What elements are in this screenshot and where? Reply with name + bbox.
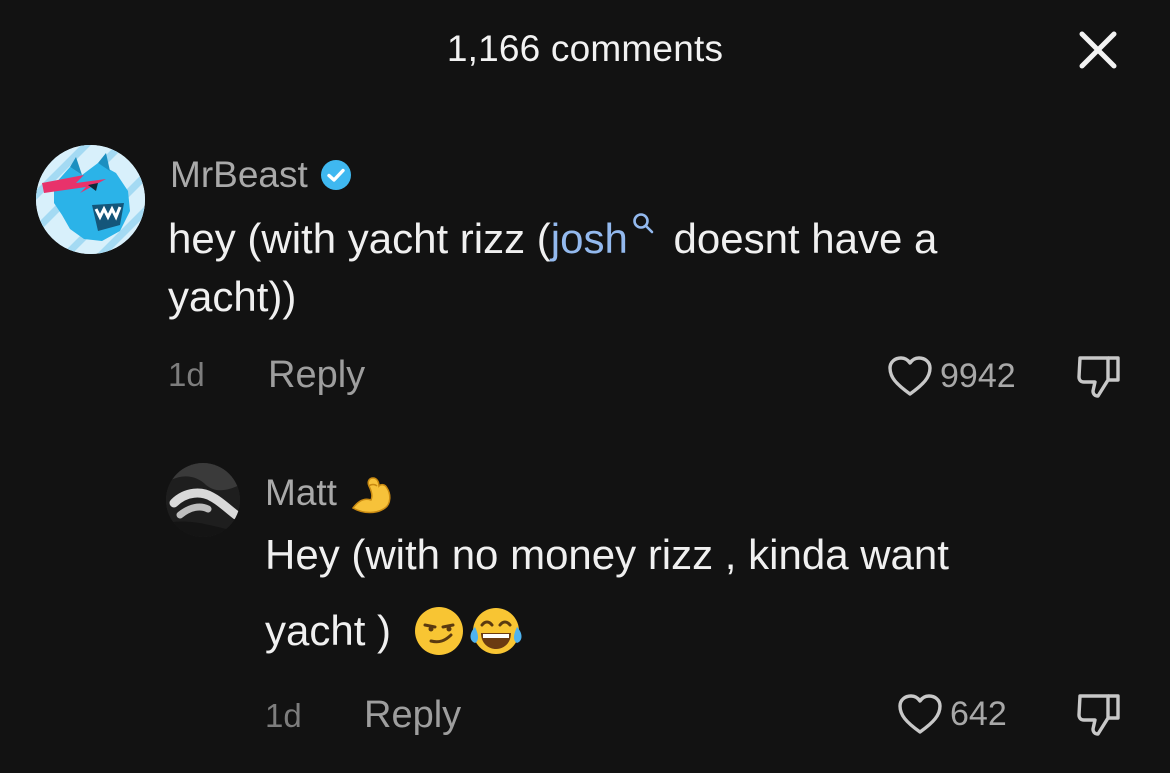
reply-text-line2-wrap: yacht ) [265,602,525,660]
comment-timestamp: 1d [168,356,205,393]
matt-photo-avatar [166,463,240,537]
smirking-face-emoji [414,607,463,655]
comment-author[interactable]: MrBeast [170,154,352,196]
comment-author[interactable]: Matt [265,470,395,516]
reply-button[interactable]: Reply [268,354,365,397]
face-with-tears-of-joy-emoji [470,608,522,654]
dislike-button[interactable] [1074,690,1124,740]
close-icon [1079,31,1117,69]
reply-text-line2: yacht ) [265,607,403,654]
comment-text: hey (with yacht rizz (josh doesnt have a [168,210,937,268]
comment-text-part: hey (with yacht rizz ( [168,215,551,262]
reply-button[interactable]: Reply [364,694,461,737]
like-count: 642 [950,694,1007,733]
comment-text-part: doesnt have a [661,215,938,262]
close-button[interactable] [1074,26,1122,74]
username-matt: Matt [265,472,337,513]
dislike-button[interactable] [1074,352,1124,402]
verified-badge-icon [320,160,351,190]
reply-timestamp: 1d [265,697,302,734]
like-button[interactable]: 642 [896,692,1007,736]
avatar-matt[interactable] [166,463,240,537]
username-mrbeast: MrBeast [170,154,308,195]
like-count: 9942 [940,356,1016,395]
heart-icon [888,356,932,396]
comments-count-title: 1,166 comments [446,28,724,69]
flexed-biceps-emoji [351,477,391,514]
avatar-mrbeast[interactable] [36,145,145,254]
mention-link[interactable]: josh [551,215,628,262]
like-button[interactable]: 9942 [886,354,1016,398]
thumbs-down-icon [1077,694,1120,736]
thumbs-down-icon [1077,356,1120,398]
search-icon[interactable] [632,212,654,234]
heart-icon [898,694,942,734]
comment-text-line2: yacht)) [168,273,297,320]
mrbeast-panther-avatar [36,145,145,254]
reply-text-line1: Hey (with no money rizz , kinda want [265,531,949,578]
